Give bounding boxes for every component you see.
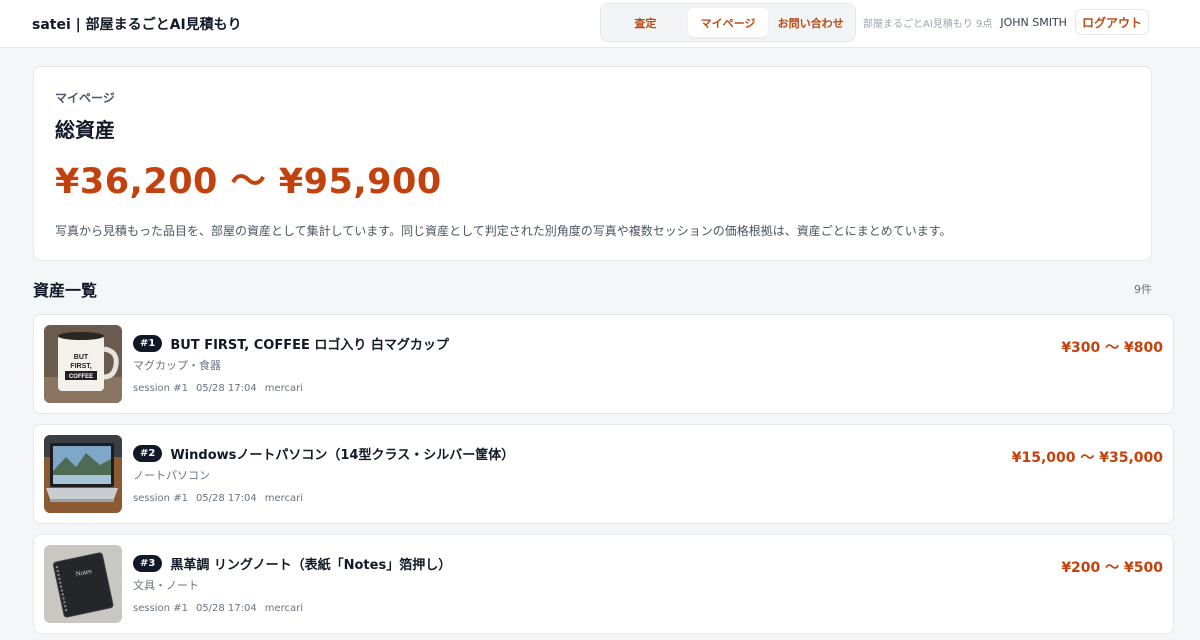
item-body: #3 黒革調 リングノート（表紙「Notes」箔押し） 文具・ノート sessi… xyxy=(133,554,451,614)
page-title: 総資産 xyxy=(55,118,115,142)
item-source: mercari xyxy=(264,493,304,504)
item-session: session #1 xyxy=(133,603,188,614)
item-title[interactable]: Windowsノートパソコン（14型クラス・シルバー筐体） xyxy=(170,444,514,463)
list-item[interactable]: BUT FIRST, COFFEE #1 BUT FIRST, COFFEE ロ… xyxy=(33,314,1174,414)
item-body: #2 Windowsノートパソコン（14型クラス・シルバー筐体） ノートパソコン… xyxy=(133,444,514,504)
item-title-row: #1 BUT FIRST, COFFEE ロゴ入り 白マグカップ xyxy=(133,334,449,353)
item-price: ¥300 〜 ¥800 xyxy=(1061,340,1163,356)
rank-badge: #2 xyxy=(133,445,163,462)
notebook-photo-icon: Notes xyxy=(44,545,122,623)
item-category: 文具・ノート xyxy=(133,579,199,592)
item-title-row: #3 黒革調 リングノート（表紙「Notes」箔押し） xyxy=(133,554,451,573)
top-bar: satei | 部屋まるごとAI見積もり 査定 マイページ お問い合わせ 部屋ま… xyxy=(0,0,1200,48)
item-title[interactable]: 黒革調 リングノート（表紙「Notes」箔押し） xyxy=(170,554,451,573)
item-meta: session #1 05/28 17:04 mercari xyxy=(133,383,449,394)
item-meta: session #1 05/28 17:04 mercari xyxy=(133,493,514,504)
list-item[interactable]: Notes #3 黒革調 リングノート（表紙「Notes」箔押し） 文具・ノート… xyxy=(33,534,1174,634)
item-title-row: #2 Windowsノートパソコン（14型クラス・シルバー筐体） xyxy=(133,444,514,463)
item-category: マグカップ・食器 xyxy=(133,359,221,372)
mug-photo-icon: BUT FIRST, COFFEE xyxy=(44,325,122,403)
item-source: mercari xyxy=(264,603,304,614)
item-date: 05/28 17:04 xyxy=(195,493,257,504)
item-date: 05/28 17:04 xyxy=(195,603,257,614)
item-category: ノートパソコン xyxy=(133,469,210,482)
total-assets-card: マイページ 総資産 ¥36,200 〜 ¥95,900 写真から見積もった品目を… xyxy=(33,66,1152,261)
item-session: session #1 xyxy=(133,493,188,504)
brand-title[interactable]: satei | 部屋まるごとAI見積もり xyxy=(32,14,242,34)
logout-button[interactable]: ログアウト xyxy=(1074,9,1149,35)
item-price: ¥15,000 〜 ¥35,000 xyxy=(1011,450,1163,466)
item-body: #1 BUT FIRST, COFFEE ロゴ入り 白マグカップ マグカップ・食… xyxy=(133,334,449,394)
app-meta: 部屋まるごとAI見積もり 9点 xyxy=(863,18,993,30)
mug-logo-line2: FIRST, xyxy=(70,363,91,370)
tab-assessment[interactable]: 査定 xyxy=(605,8,686,37)
tab-contact[interactable]: お問い合わせ xyxy=(770,8,851,37)
rank-badge: #3 xyxy=(133,555,163,572)
user-name: JOHN SMITH xyxy=(1000,15,1067,29)
item-meta: session #1 05/28 17:04 mercari xyxy=(133,603,451,614)
tab-mypage[interactable]: マイページ xyxy=(687,8,769,37)
breadcrumb: マイページ xyxy=(55,91,115,105)
total-assets-value: ¥36,200 〜 ¥95,900 xyxy=(55,162,442,202)
laptop-photo-icon xyxy=(44,435,122,513)
main-nav: 査定 マイページ お問い合わせ xyxy=(600,3,856,42)
item-title[interactable]: BUT FIRST, COFFEE ロゴ入り 白マグカップ xyxy=(170,334,449,353)
item-source: mercari xyxy=(264,383,304,394)
asset-list-header: 資産一覧 9件 xyxy=(33,277,1152,301)
rank-badge: #1 xyxy=(133,335,163,352)
item-session: session #1 xyxy=(133,383,188,394)
list-item[interactable]: #2 Windowsノートパソコン（14型クラス・シルバー筐体） ノートパソコン… xyxy=(33,424,1174,524)
item-price: ¥200 〜 ¥500 xyxy=(1061,560,1163,576)
mug-logo-line3: COFFEE xyxy=(69,374,93,380)
item-date: 05/28 17:04 xyxy=(195,383,257,394)
summary-description: 写真から見積もった品目を、部屋の資産として集計しています。同じ資産として判定され… xyxy=(55,223,952,238)
asset-list-title: 資産一覧 xyxy=(33,281,98,300)
mug-logo-line1: BUT xyxy=(74,354,89,361)
header-user-area: 部屋まるごとAI見積もり 9点 JOHN SMITH ログアウト xyxy=(863,9,1149,35)
asset-count: 9件 xyxy=(1134,283,1152,296)
